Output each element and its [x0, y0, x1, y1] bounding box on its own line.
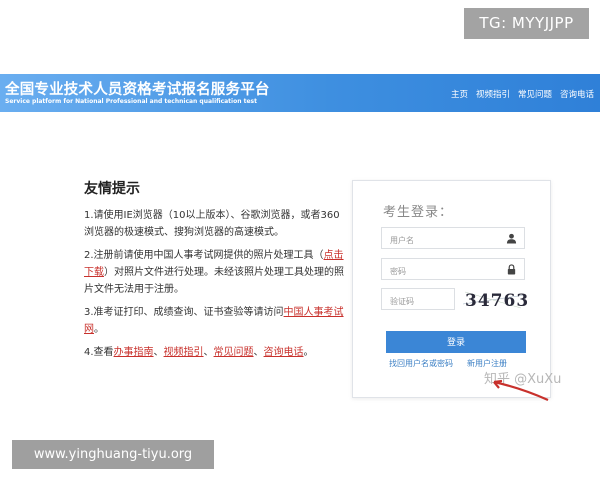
nav-home[interactable]: 主页: [451, 88, 468, 100]
nav-faq[interactable]: 常见问题: [518, 88, 552, 100]
red-arrow-annotation: [493, 379, 549, 402]
username-input[interactable]: [382, 230, 492, 251]
captcha-text: 34763: [465, 291, 527, 311]
tip4-sep: 、: [253, 347, 264, 358]
tips-title: 友情提示: [84, 181, 140, 197]
tip4-sep: 、: [203, 347, 214, 358]
nav-video-guide[interactable]: 视频指引: [476, 88, 510, 100]
tip-admission-ticket: 3.准考证打印、成绩查询、证书查验等请访问中国人事考试网。: [84, 304, 346, 338]
tips-panel: 友情提示 1.请使用IE浏览器（10以上版本）、谷歌浏览器，或者360浏览器的极…: [84, 178, 346, 367]
tip3-suffix: 。: [94, 324, 104, 335]
site-title: 全国专业技术人员资格考试报名服务平台: [5, 82, 270, 98]
site-subtitle: Service platform for National Profession…: [5, 98, 257, 105]
login-button[interactable]: 登录: [386, 331, 526, 353]
tg-watermark-badge: TG: MYYJJPP: [464, 8, 589, 39]
tip4-suffix: 。: [303, 347, 314, 358]
tip3-prefix: 3.准考证打印、成绩查询、证书查验等请访问: [84, 307, 284, 318]
captcha-image[interactable]: 34763: [461, 286, 527, 312]
site-header: 全国专业技术人员资格考试报名服务平台 Service platform for …: [0, 74, 600, 112]
tip4-sep: 、: [153, 347, 164, 358]
tip-browser: 1.请使用IE浏览器（10以上版本）、谷歌浏览器，或者360浏览器的极速模式、搜…: [84, 210, 340, 238]
tip2-prefix: 2.注册前请使用中国人事考试网提供的照片处理工具（: [84, 250, 324, 261]
tip4-prefix: 4.查看: [84, 347, 114, 358]
guide-link[interactable]: 办事指南: [114, 347, 154, 358]
captcha-field: [381, 288, 455, 312]
nav-hotline[interactable]: 咨询电话: [560, 88, 594, 100]
tip-help-links: 4.查看办事指南、视频指引、常见问题、咨询电话。: [84, 344, 346, 361]
register-link[interactable]: 新用户注册: [467, 359, 507, 368]
hotline-link[interactable]: 咨询电话: [264, 347, 304, 358]
login-card: 考生登录： 34763 登录 找回用户名或密码 新用户注册: [352, 180, 551, 398]
lock-icon: [507, 264, 516, 275]
tip-photo-tool: 2.注册前请使用中国人事考试网提供的照片处理工具（点击下载）对照片文件进行处理。…: [84, 247, 346, 298]
footer-url-badge: www.yinghuang-tiyu.org: [12, 440, 214, 469]
forgot-credentials-link[interactable]: 找回用户名或密码: [389, 359, 453, 368]
password-input[interactable]: [382, 261, 492, 282]
login-title: 考生登录：: [383, 205, 454, 220]
top-nav: 主页 视频指引 常见问题 咨询电话: [451, 88, 594, 100]
video-guide-link[interactable]: 视频指引: [164, 347, 204, 358]
captcha-input[interactable]: [382, 291, 452, 312]
username-field: [381, 227, 525, 251]
tip2-suffix: ）对照片文件进行处理。未经该照片处理工具处理的照片文件无法用于注册。: [84, 267, 344, 295]
user-icon: [506, 233, 517, 244]
password-field: [381, 258, 525, 282]
faq-link[interactable]: 常见问题: [214, 347, 254, 358]
